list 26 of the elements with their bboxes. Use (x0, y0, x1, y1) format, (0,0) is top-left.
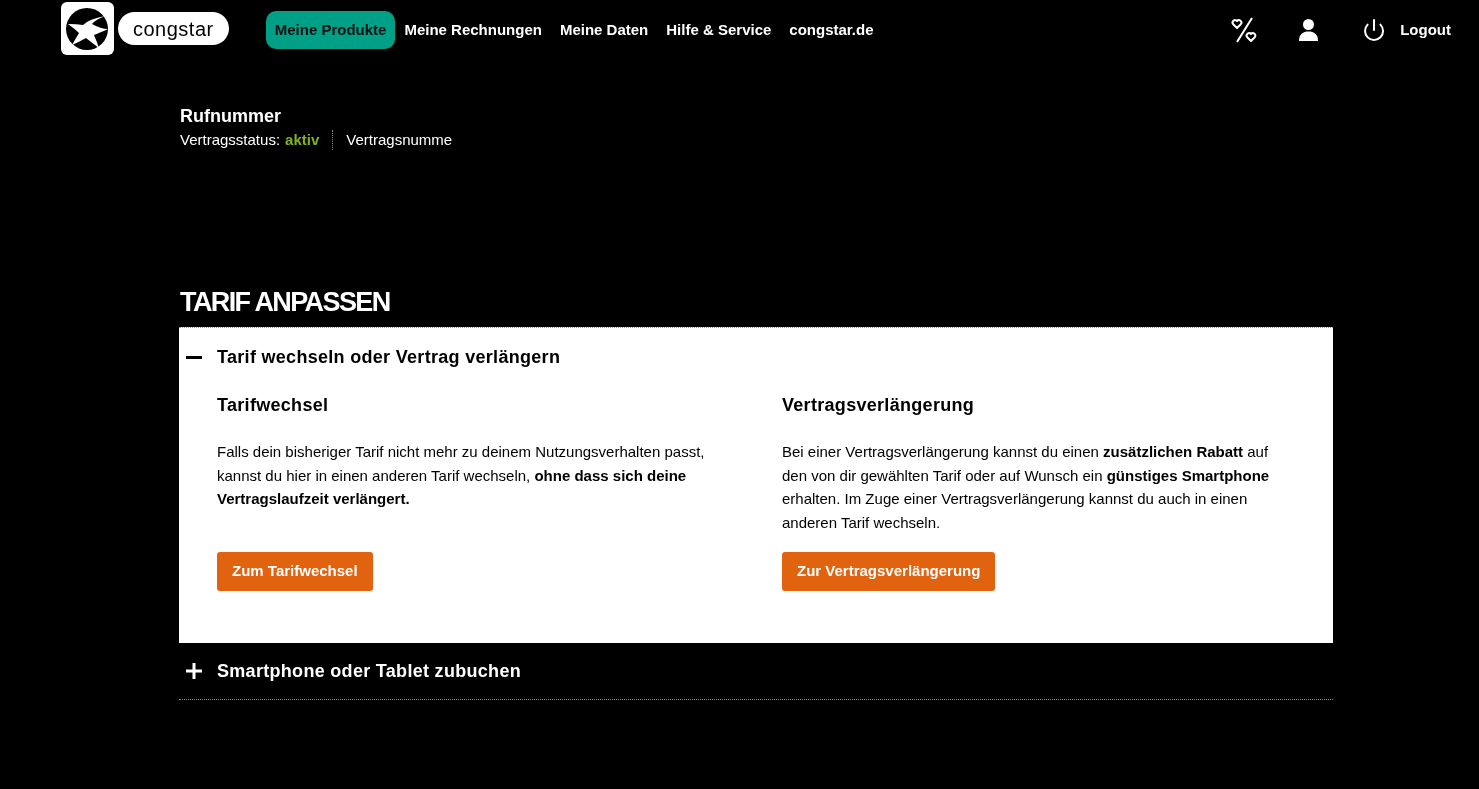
plus-icon (186, 663, 202, 679)
power-icon (1362, 18, 1387, 42)
column-heading: Tarifwechsel (217, 394, 329, 416)
nav-item[interactable]: Meine Rechnungen (395, 11, 551, 49)
percent-hearts-icon[interactable] (1231, 17, 1258, 43)
cta-button[interactable]: Zur Vertragsverlängerung (782, 552, 996, 591)
nav-item[interactable]: congstar.de (780, 11, 883, 49)
brand-name[interactable]: congstar (118, 12, 229, 45)
column-heading: Vertragsverlängerung (782, 394, 975, 416)
contract-number-label: Vertragsnumme (346, 130, 453, 150)
description-text: Falls dein bisheriger Tarif nicht mehr zu deinem Nutzungsverhalten passt, kannst du hier in einen anderen Tarif wechseln, ohne dass sich deine Vertragslaufzeit verlängert. (217, 442, 706, 509)
nav-item[interactable]: Meine Daten (550, 11, 658, 49)
cta-button[interactable]: Zum Tarifwechsel (217, 552, 373, 591)
minus-icon (186, 355, 202, 359)
user-icon[interactable] (1299, 19, 1319, 41)
nav-item[interactable]: Meine Produkte (265, 11, 396, 49)
section-title: TARIF ANPASSEN (180, 286, 390, 319)
nav-item[interactable]: Hilfe & Service (657, 11, 781, 49)
description-text: Bei einer Vertragsverlängerung kannst du einen zusätzlichen Rabatt auf den von dir gewählten Tarif oder auf Wunsch ein günstiges Smartphone erhalten. Im Zuge einer Vertragsverlängerung kannst du auch in einen anderen Tarif wechseln. (782, 442, 1271, 533)
status-value: aktiv (285, 130, 320, 150)
accordion-header[interactable]: Smartphone oder Tablet zubuchen (179, 643, 521, 699)
logo-icon[interactable] (61, 2, 114, 55)
phone-number-title: Rufnummer (180, 105, 281, 127)
accordion-header[interactable]: Tarif wechseln oder Vertrag verlängern (179, 328, 561, 386)
status-label: Vertragsstatus: (180, 130, 281, 150)
logout-button[interactable]: Logout (1362, 18, 1451, 42)
